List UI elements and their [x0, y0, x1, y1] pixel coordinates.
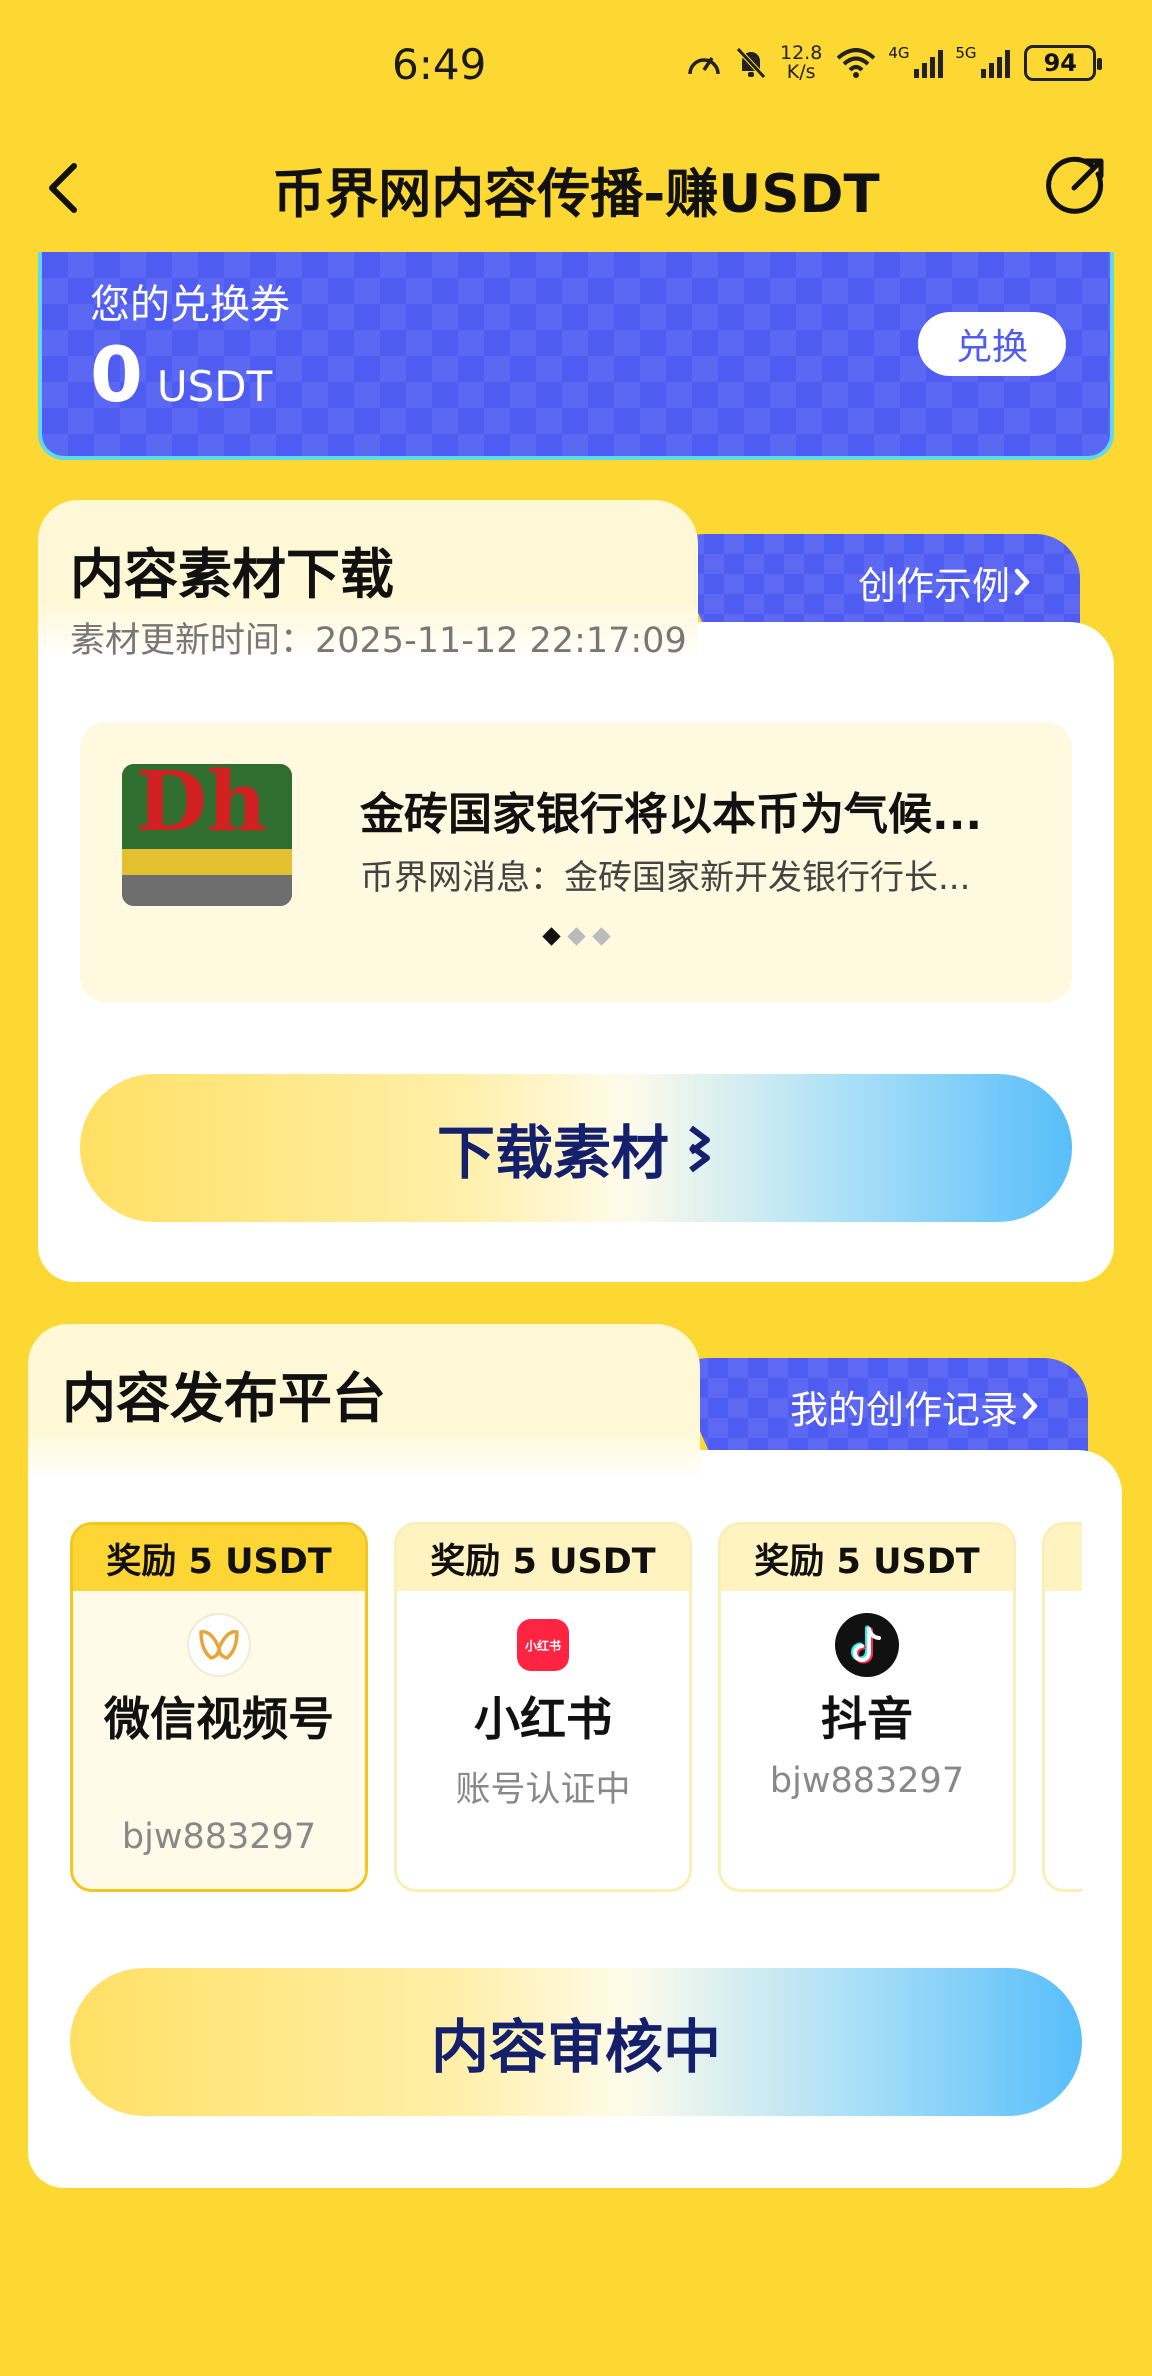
signal-4g-label: 4G	[888, 44, 910, 62]
net-speed-unit: K/s	[786, 61, 816, 83]
platform-list: 奖励 5 USDT 微信视频号 bjw883297 奖励 5 USDT 小红书 …	[70, 1522, 1082, 1892]
wechat-channels-icon	[187, 1613, 251, 1677]
platform-name: 小红书	[474, 1692, 612, 1746]
publish-section-title: 内容发布平台	[62, 1367, 386, 1430]
chevron-right-icon	[1014, 568, 1030, 596]
signal-5g-label: 5G	[955, 44, 977, 62]
content-review-button[interactable]: 内容审核中	[70, 1968, 1082, 2116]
speedometer-icon	[688, 57, 720, 75]
carousel-dot[interactable]	[541, 927, 561, 946]
status-time: 6:49	[392, 40, 487, 89]
xiaohongshu-icon: 小红书	[517, 1619, 569, 1671]
creation-records-label: 我的创作记录	[789, 1387, 1018, 1432]
article-thumbnail: Dh	[122, 764, 292, 906]
article-summary: 币界网消息：金砖国家新开发银行行长...	[360, 858, 971, 898]
douyin-icon	[835, 1613, 899, 1677]
platform-name: 微信视频号	[104, 1692, 334, 1746]
coupon-amount: 0	[90, 330, 143, 419]
content-review-label: 内容审核中	[430, 2013, 721, 2081]
article-title: 金砖国家银行将以本币为气候...	[360, 789, 983, 840]
double-chevron-right-icon	[689, 1125, 710, 1173]
status-icons: 12.8 K/s 4G 5G 94	[686, 44, 1103, 82]
platform-reward: 奖励 5 USDT	[397, 1525, 689, 1591]
carousel-indicator	[80, 927, 1072, 946]
download-material-label: 下载素材	[436, 1119, 669, 1187]
chevron-left-icon	[49, 163, 77, 213]
material-carousel[interactable]: Dh 金砖国家银行将以本币为气候... 币界网消息：金砖国家新开发银行行长...	[80, 722, 1072, 1002]
creation-examples-tab[interactable]: 创作示例	[664, 534, 1080, 630]
platform-reward: 奖励 5 USDT	[73, 1525, 365, 1591]
platform-reward: 奖励 5 USDT	[721, 1525, 1013, 1591]
platform-status: 账号认证中	[455, 1770, 631, 1810]
signal-4g: 4G	[888, 44, 944, 78]
carousel-dot[interactable]	[591, 927, 611, 946]
back-button[interactable]	[40, 158, 90, 218]
page-title: 币界网内容传播-赚USDT	[272, 164, 880, 225]
share-icon	[1046, 156, 1104, 214]
platform-card-douyin[interactable]: 奖励 5 USDT 抖音 bjw883297	[718, 1522, 1016, 1892]
platform-card-next[interactable]	[1042, 1522, 1082, 1892]
download-material-button[interactable]: 下载素材	[80, 1074, 1072, 1222]
publish-header-fade	[28, 1430, 700, 1480]
share-button[interactable]	[1046, 154, 1108, 216]
platform-card-xiaohongshu[interactable]: 奖励 5 USDT 小红书 小红书 账号认证中	[394, 1522, 692, 1892]
platform-status: bjw883297	[121, 1817, 317, 1857]
coupon-card: 您的兑换券 0 USDT 兑换	[38, 252, 1114, 460]
material-section-title: 内容素材下载	[70, 543, 394, 606]
coupon-label: 您的兑换券	[90, 282, 290, 328]
coupon-unit: USDT	[156, 362, 273, 411]
platform-name: 抖音	[821, 1692, 913, 1746]
network-speed: 12.8 K/s	[780, 44, 822, 82]
signal-5g: 5G	[955, 44, 1011, 78]
battery-indicator: 94	[1024, 45, 1103, 81]
redeem-button[interactable]: 兑换	[918, 312, 1066, 376]
creation-examples-label: 创作示例	[857, 563, 1010, 608]
carousel-dot[interactable]	[566, 927, 586, 946]
wifi-icon	[836, 48, 876, 78]
chevron-right-icon	[1022, 1392, 1038, 1420]
creation-records-tab[interactable]: 我的创作记录	[668, 1358, 1088, 1454]
coupon-balance: 0 USDT	[90, 330, 272, 419]
mute-bell-icon	[736, 47, 766, 79]
platform-card-wechat[interactable]: 奖励 5 USDT 微信视频号 bjw883297	[70, 1522, 368, 1892]
platform-status: bjw883297	[769, 1761, 965, 1801]
xiaohongshu-icon-text: 小红书	[524, 1638, 561, 1653]
material-update-time-overlay: 素材更新时间：2025-11-12 22:17:09	[70, 621, 687, 661]
